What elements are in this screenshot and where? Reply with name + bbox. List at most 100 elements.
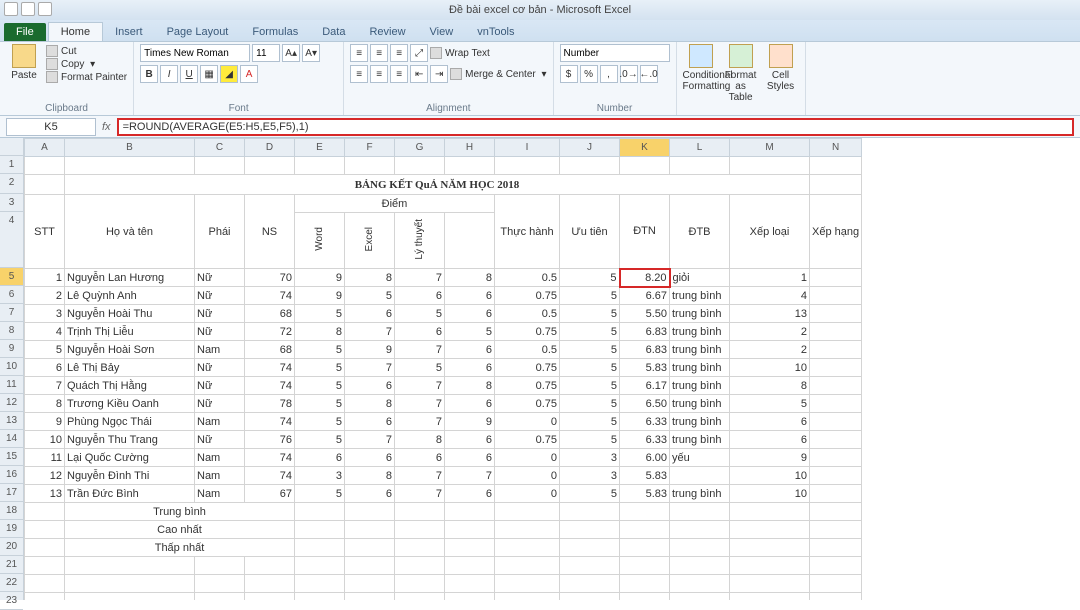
cell-hoten[interactable]: Trần Đức Bình <box>65 485 195 503</box>
cell-word[interactable]: 3 <box>295 467 345 485</box>
col-header[interactable]: F <box>345 139 395 157</box>
cell[interactable] <box>560 539 620 557</box>
cell-lythuyet[interactable]: 7 <box>395 395 445 413</box>
cell-xephang[interactable]: 5 <box>730 395 810 413</box>
cell-stt[interactable]: 9 <box>25 413 65 431</box>
cell[interactable] <box>295 557 345 575</box>
cell-phai[interactable]: Nữ <box>195 377 245 395</box>
align-top-button[interactable]: ≡ <box>350 44 368 62</box>
row-header[interactable]: 9 <box>0 340 23 358</box>
cell-dtn[interactable]: 3 <box>560 449 620 467</box>
cell-ns[interactable]: 76 <box>245 431 295 449</box>
cell-stt[interactable]: 12 <box>25 467 65 485</box>
hdr-word[interactable]: Word <box>295 213 345 269</box>
cell[interactable] <box>810 269 862 287</box>
cell[interactable] <box>195 593 245 601</box>
cell-word[interactable]: 8 <box>295 323 345 341</box>
cell-excel[interactable]: 6 <box>345 485 395 503</box>
cell[interactable] <box>730 593 810 601</box>
cell-thuchanh[interactable]: 6 <box>445 287 495 305</box>
cell-ns[interactable]: 68 <box>245 341 295 359</box>
cell-xephang[interactable]: 8 <box>730 377 810 395</box>
cell[interactable] <box>670 521 730 539</box>
col-header[interactable]: G <box>395 139 445 157</box>
cell[interactable] <box>620 157 670 175</box>
cell-lythuyet[interactable]: 8 <box>395 431 445 449</box>
cell-dtn[interactable]: 5 <box>560 305 620 323</box>
cell[interactable] <box>560 157 620 175</box>
cell-thuchanh[interactable]: 6 <box>445 341 495 359</box>
cell-dtn[interactable]: 5 <box>560 485 620 503</box>
cell-xeploai[interactable]: trung bình <box>670 377 730 395</box>
hdr-phai[interactable]: Phái <box>195 195 245 269</box>
cell[interactable] <box>445 557 495 575</box>
hdr-thuchanh[interactable]: Thực hành <box>495 195 560 269</box>
cell[interactable] <box>25 539 65 557</box>
cell-excel[interactable]: 7 <box>345 359 395 377</box>
font-name-select[interactable] <box>140 44 250 62</box>
cell-word[interactable]: 9 <box>295 269 345 287</box>
hdr-hoten[interactable]: Họ và tên <box>65 195 195 269</box>
hdr-lythuyet[interactable]: Lý thuyết <box>395 213 445 269</box>
cell[interactable] <box>620 593 670 601</box>
cell[interactable] <box>345 503 395 521</box>
row-header[interactable]: 6 <box>0 286 23 304</box>
row-header[interactable]: 5 <box>0 268 23 286</box>
cell-xeploai[interactable]: giỏi <box>670 269 730 287</box>
cell-lythuyet[interactable]: 7 <box>395 269 445 287</box>
select-all-corner[interactable] <box>0 138 23 156</box>
cell-excel[interactable]: 6 <box>345 413 395 431</box>
cell-excel[interactable]: 6 <box>345 377 395 395</box>
cell[interactable] <box>810 341 862 359</box>
cell-word[interactable]: 5 <box>295 395 345 413</box>
cell-word[interactable]: 5 <box>295 341 345 359</box>
align-center-button[interactable]: ≡ <box>370 65 388 83</box>
cell-lythuyet[interactable]: 7 <box>395 485 445 503</box>
cell-ns[interactable]: 72 <box>245 323 295 341</box>
cell-lythuyet[interactable]: 5 <box>395 305 445 323</box>
conditional-formatting-button[interactable]: Conditional Formatting <box>683 44 719 92</box>
cell-excel[interactable]: 5 <box>345 287 395 305</box>
align-bottom-button[interactable]: ≡ <box>390 44 408 62</box>
currency-button[interactable]: $ <box>560 65 578 83</box>
tab-formulas[interactable]: Formulas <box>240 23 310 41</box>
cell-uutien[interactable]: 0.75 <box>495 377 560 395</box>
cell-hoten[interactable]: Nguyễn Lan Hương <box>65 269 195 287</box>
cell-thuchanh[interactable]: 8 <box>445 377 495 395</box>
cell-dtb[interactable]: 6.33 <box>620 413 670 431</box>
cell[interactable] <box>620 539 670 557</box>
cell-uutien[interactable]: 0.5 <box>495 341 560 359</box>
cell-phai[interactable]: Nữ <box>195 305 245 323</box>
summary-label[interactable]: Cao nhất <box>65 521 295 539</box>
cell-hoten[interactable]: Nguyễn Hoài Thu <box>65 305 195 323</box>
cell-ns[interactable]: 74 <box>245 359 295 377</box>
cell-lythuyet[interactable]: 7 <box>395 377 445 395</box>
orientation-button[interactable]: ⤢ <box>410 44 428 62</box>
cell-hoten[interactable]: Lê Quỳnh Anh <box>65 287 195 305</box>
cell[interactable] <box>810 593 862 601</box>
cell-xeploai[interactable]: trung bình <box>670 287 730 305</box>
cell-phai[interactable]: Nữ <box>195 323 245 341</box>
cell[interactable] <box>810 539 862 557</box>
cell[interactable] <box>810 413 862 431</box>
number-format-select[interactable] <box>560 44 670 62</box>
cell[interactable] <box>730 539 810 557</box>
cell[interactable] <box>495 593 560 601</box>
cell[interactable] <box>25 593 65 601</box>
fx-icon[interactable]: fx <box>102 121 111 133</box>
cell[interactable] <box>395 575 445 593</box>
decrease-font-button[interactable]: A▾ <box>302 44 320 62</box>
tab-view[interactable]: View <box>418 23 466 41</box>
cell-phai[interactable]: Nam <box>195 413 245 431</box>
fill-color-button[interactable]: ◢ <box>220 65 238 83</box>
cell[interactable] <box>670 503 730 521</box>
cell-phai[interactable]: Nam <box>195 341 245 359</box>
increase-decimal-button[interactable]: .0→ <box>620 65 638 83</box>
cell-xephang[interactable]: 4 <box>730 287 810 305</box>
cell-ns[interactable]: 74 <box>245 467 295 485</box>
italic-button[interactable]: I <box>160 65 178 83</box>
col-header[interactable]: N <box>810 139 862 157</box>
hdr-uutien[interactable]: Ưu tiên <box>560 195 620 269</box>
row-header[interactable]: 18 <box>0 502 23 520</box>
col-header[interactable]: D <box>245 139 295 157</box>
